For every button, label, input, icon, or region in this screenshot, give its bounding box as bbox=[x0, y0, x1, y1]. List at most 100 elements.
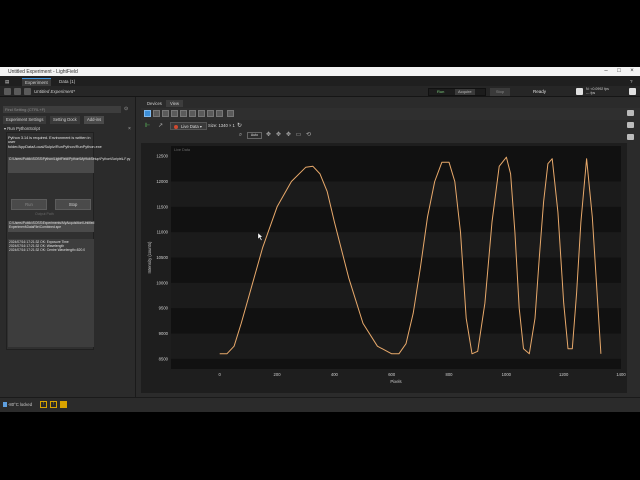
y-tick-label: 9000 bbox=[159, 331, 169, 336]
minimize-button[interactable]: – bbox=[601, 68, 611, 75]
save-icon[interactable] bbox=[4, 88, 11, 95]
tab-view[interactable]: View bbox=[166, 100, 184, 107]
tab-setting-dock[interactable]: Setting Dock bbox=[50, 116, 80, 124]
settings-icon[interactable] bbox=[629, 88, 636, 95]
addin-title: ▾ Run PythonScript bbox=[4, 126, 40, 131]
x-tick-label: 600 bbox=[388, 372, 396, 377]
refresh-icon[interactable]: ↻ bbox=[237, 122, 242, 129]
maximize-button[interactable]: □ bbox=[614, 68, 624, 75]
zoom-auto-button[interactable]: Auto bbox=[247, 132, 262, 139]
side-layers-icon[interactable] bbox=[627, 134, 634, 140]
close-button[interactable]: × bbox=[627, 68, 637, 75]
chart-svg: 8500900095001000010500110001150012000125… bbox=[147, 146, 626, 384]
layout-3-icon[interactable] bbox=[162, 110, 169, 117]
document-icon[interactable] bbox=[576, 88, 583, 95]
live-data-dropdown[interactable]: Live Data ▾ bbox=[170, 122, 207, 130]
x-tick-label: 0 bbox=[219, 372, 222, 377]
run-pythonscript-panel: Python 3.14 is required. Environment is … bbox=[6, 132, 130, 350]
run-controls: Run Acquire bbox=[428, 88, 486, 96]
stop-script-button[interactable]: Stop bbox=[55, 199, 91, 210]
output-label: Output Path bbox=[35, 212, 54, 216]
y-tick-label: 12500 bbox=[156, 154, 168, 159]
warning-icon[interactable]: ! bbox=[50, 401, 57, 408]
view-toolbar: ⊩ ↗ Live Data ▾ Size: 1340 × 1 ↻ bbox=[141, 120, 640, 132]
cursor-tool-icon[interactable]: ↗ bbox=[158, 122, 163, 129]
grid-band bbox=[171, 232, 621, 258]
pin-icon[interactable]: ⊩ bbox=[145, 122, 150, 129]
main-toolbar: Untitled Experiment* Run Acquire Stop Re… bbox=[0, 86, 640, 97]
lightfield-window: Untitled Experiment - LightField – □ × ▤… bbox=[0, 67, 640, 412]
zoom-options-icon[interactable]: ⟲ bbox=[305, 132, 312, 139]
side-toolbar bbox=[627, 110, 637, 146]
layout-10-icon[interactable] bbox=[227, 110, 234, 117]
size-readout: Size: 1340 × 1 bbox=[208, 123, 235, 128]
zoom-tool-icon[interactable]: ⌕ bbox=[237, 132, 244, 139]
x-tick-label: 1000 bbox=[502, 372, 512, 377]
run-button[interactable]: Run bbox=[431, 89, 444, 95]
warning-icon[interactable]: ! bbox=[40, 401, 47, 408]
x-tick-label: 200 bbox=[274, 372, 282, 377]
tab-experiment-settings[interactable]: Experiment Settings bbox=[3, 116, 47, 124]
layout-2-icon[interactable] bbox=[153, 110, 160, 117]
title-bar: Untitled Experiment - LightField – □ × bbox=[0, 67, 640, 76]
x-axis-label: Pixels bbox=[390, 379, 401, 384]
zoom-reset-icon[interactable]: ▭ bbox=[295, 132, 302, 139]
left-tabs: Experiment Settings Setting Dock Add-ins bbox=[0, 116, 136, 124]
layout-7-icon[interactable] bbox=[198, 110, 205, 117]
x-tick-label: 800 bbox=[446, 372, 454, 377]
status-text: Ready bbox=[533, 89, 547, 94]
log-line: 2024/07/16 17:21:32 OK: Centre Wavelengt… bbox=[9, 248, 86, 252]
requirement-message: Python 3.14 is required. Environment is … bbox=[8, 136, 102, 149]
alert-icon[interactable] bbox=[60, 401, 67, 408]
experiment-name[interactable]: Untitled Experiment* bbox=[34, 89, 75, 94]
side-print-icon[interactable] bbox=[627, 122, 634, 128]
y-tick-label: 10500 bbox=[156, 255, 168, 260]
main-tabs: ▤ Experiment Data (1) ? bbox=[0, 76, 640, 86]
layout-8-icon[interactable] bbox=[207, 110, 214, 117]
layout-1-icon[interactable] bbox=[144, 110, 151, 117]
grid-band bbox=[171, 181, 621, 207]
side-export-icon[interactable] bbox=[627, 110, 634, 116]
x-tick-label: 1400 bbox=[616, 372, 626, 377]
help-icon[interactable]: ? bbox=[627, 78, 636, 86]
layout-9-icon[interactable] bbox=[216, 110, 223, 117]
y-tick-label: 9500 bbox=[159, 306, 169, 311]
temperature-status: -80°C locked bbox=[8, 402, 33, 407]
find-setting-input[interactable]: Find Setting (CTRL+F) bbox=[3, 106, 121, 113]
zoom-y-icon[interactable]: ✥ bbox=[285, 132, 292, 139]
live-data-label: Live Data bbox=[181, 124, 199, 129]
status-bar: -80°C locked ! ! bbox=[0, 397, 640, 412]
legend-label: Live Data bbox=[174, 148, 191, 152]
open-icon[interactable] bbox=[14, 88, 21, 95]
data-path-field[interactable]: C:\Users\Public\SOSS\Experiments\MyAcqui… bbox=[8, 221, 94, 232]
y-axis-label: Intensity (counts) bbox=[147, 241, 152, 273]
layout-6-icon[interactable] bbox=[189, 110, 196, 117]
layout-toolbar bbox=[141, 108, 640, 120]
tab-data[interactable]: Data (1) bbox=[56, 78, 78, 86]
zoom-fit-icon[interactable]: ✥ bbox=[265, 132, 272, 139]
run-script-button[interactable]: Run bbox=[11, 199, 47, 210]
grid-band bbox=[171, 333, 621, 359]
live-indicator-icon bbox=[174, 125, 178, 129]
fps-readout: N: <0.0992 fps --- fps bbox=[586, 87, 609, 95]
zoom-x-icon[interactable]: ✥ bbox=[275, 132, 282, 139]
addin-title-label: Run PythonScript bbox=[7, 126, 40, 131]
stop-button[interactable]: Stop bbox=[490, 88, 510, 96]
search-options-icon[interactable]: ⊙ bbox=[124, 106, 128, 112]
left-panel: Find Setting (CTRL+F) ⊙ Experiment Setti… bbox=[0, 97, 136, 397]
tab-add-ins[interactable]: Add-ins bbox=[84, 116, 105, 124]
x-tick-label: 400 bbox=[331, 372, 339, 377]
tab-devices[interactable]: Devices bbox=[143, 100, 166, 107]
script-path-field[interactable]: C:\Users\Public\SOSS\Python\LightField\P… bbox=[8, 157, 130, 173]
layout-4-icon[interactable] bbox=[171, 110, 178, 117]
acquire-button[interactable]: Acquire bbox=[455, 89, 475, 95]
y-tick-label: 12000 bbox=[156, 179, 168, 184]
x-tick-label: 1200 bbox=[559, 372, 569, 377]
spectrum-chart[interactable]: 8500 9000 9500 10000 10500 11000 11500 12000 125… bbox=[141, 143, 627, 393]
app-menu-icon[interactable]: ▤ bbox=[2, 78, 12, 86]
folder-icon[interactable] bbox=[24, 88, 31, 95]
layout-5-icon[interactable] bbox=[180, 110, 187, 117]
right-panel: Devices View ⊩ ↗ Live Data ▾ Size: 1340 … bbox=[141, 97, 640, 397]
close-addin-icon[interactable]: × bbox=[128, 126, 131, 132]
tab-experiment[interactable]: Experiment bbox=[22, 78, 51, 86]
